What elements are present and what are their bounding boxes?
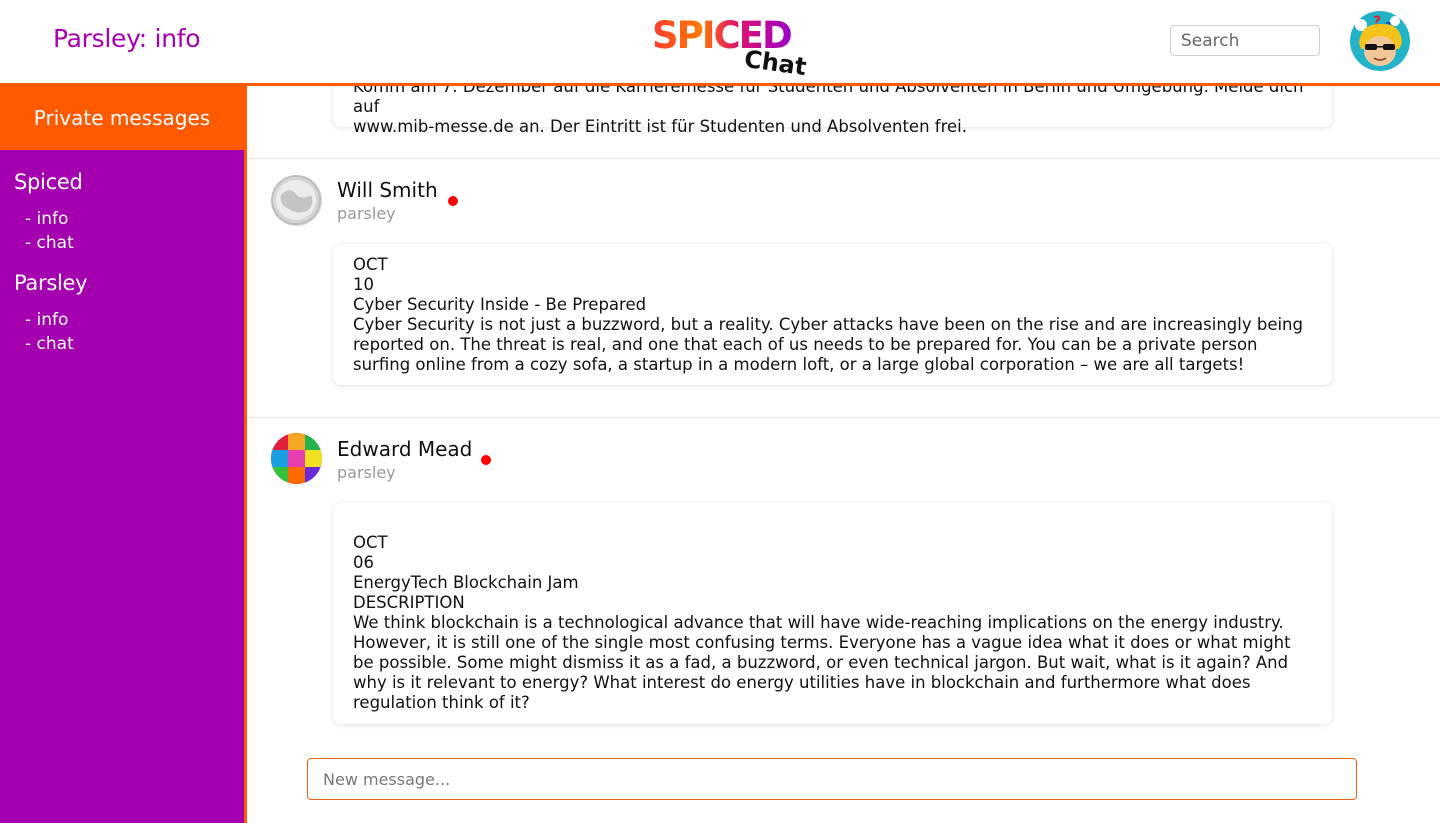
message-line: EnergyTech Blockchain Jam xyxy=(353,573,579,592)
message-card: OCT 10 Cyber Security Inside - Be Prepar… xyxy=(333,244,1332,385)
sidebar-item-parsley-chat[interactable]: - chat xyxy=(25,332,244,356)
search-input[interactable] xyxy=(1170,25,1320,56)
message-card: OCT 06 EnergyTech Blockchain Jam DESCRIP… xyxy=(333,503,1332,724)
message-line: www.mib-messe.de an. Der Eintritt ist fü… xyxy=(353,117,967,136)
message-channel: parsley xyxy=(337,204,396,223)
sidebar-group-parsley: Parsley - info - chat xyxy=(0,271,244,356)
message-line: OCT xyxy=(353,255,388,274)
sidebar-group-spiced: Spiced - info - chat xyxy=(0,170,244,255)
sidebar-item-spiced-chat[interactable]: - chat xyxy=(25,231,244,255)
message-divider xyxy=(247,158,1440,159)
online-status-dot xyxy=(481,455,491,465)
page-title: Parsley: info xyxy=(53,24,201,53)
message-line: Komm am 7. Dezember auf die Karrieremess… xyxy=(353,86,1304,116)
spiced-chat-logo[interactable]: SPICED Chat xyxy=(650,12,810,81)
logo-text-bottom: Chat xyxy=(743,45,809,78)
message-line: Cyber Security is not just a buzzword, b… xyxy=(353,315,1303,374)
sidebar-group-title[interactable]: Parsley xyxy=(14,271,244,295)
sidebar-item-spiced-info[interactable]: - info xyxy=(25,207,244,231)
message-list[interactable]: Komm am 7. Dezember auf die Karrieremess… xyxy=(247,86,1440,823)
avatar[interactable] xyxy=(271,175,322,226)
message-line: 06 xyxy=(353,553,374,572)
message-line: Cyber Security Inside - Be Prepared xyxy=(353,295,647,314)
online-status-dot xyxy=(448,196,458,206)
sidebar-item-parsley-info[interactable]: - info xyxy=(25,308,244,332)
message-card: Komm am 7. Dezember auf die Karrieremess… xyxy=(333,86,1332,136)
sidebar: Private messages Spiced - info - chat Pa… xyxy=(0,86,247,823)
private-messages-button[interactable]: Private messages xyxy=(0,86,244,150)
message-channel: parsley xyxy=(337,463,396,482)
avatar[interactable] xyxy=(271,433,322,484)
message-line: We think blockchain is a technological a… xyxy=(353,613,1291,712)
message-line: OCT xyxy=(353,533,388,552)
message-author[interactable]: Edward Mead xyxy=(337,437,472,461)
message-divider xyxy=(247,417,1440,418)
message-line: DESCRIPTION xyxy=(353,593,465,612)
message-line: 10 xyxy=(353,275,374,294)
message-author[interactable]: Will Smith xyxy=(337,178,438,202)
new-message-input[interactable] xyxy=(307,758,1357,800)
cartoon-avatar-icon[interactable]: ? ? xyxy=(1349,11,1411,71)
top-bar: Parsley: info SPICED Chat ? ? xyxy=(0,0,1440,86)
sidebar-group-title[interactable]: Spiced xyxy=(14,170,244,194)
